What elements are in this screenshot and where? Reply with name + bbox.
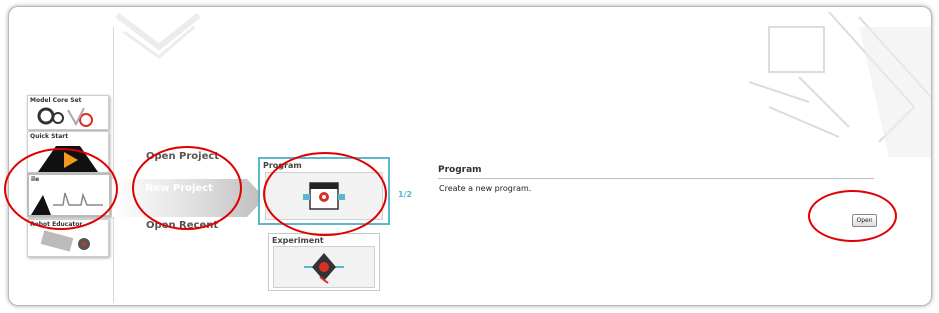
program-block-icon [303, 182, 345, 210]
sidebar-divider [113, 27, 114, 303]
open-project-link[interactable]: Open Project [146, 151, 219, 162]
new-project-link[interactable]: New Project [145, 183, 213, 194]
page-indicator: 1/2 [398, 190, 413, 199]
sidebar-item-label: Robot Educator [30, 221, 83, 228]
sidebar-item-robot-educator[interactable]: Robot Educator [27, 219, 109, 257]
program-card-preview [265, 172, 383, 220]
program-card[interactable]: Program [258, 157, 390, 225]
app-window: Model Core Set Quick Start ile Robot Edu… [8, 6, 932, 306]
sidebar-item-label: Quick Start [30, 133, 69, 140]
experiment-card[interactable]: Experiment [268, 233, 380, 291]
open-button[interactable]: Open [852, 214, 877, 227]
file-icon [31, 192, 103, 215]
sidebar-item-label: ile [31, 176, 40, 183]
sidebar-item-label: Model Core Set [30, 97, 82, 104]
sidebar-item-model-core-set[interactable]: Model Core Set [27, 95, 109, 130]
sidebar-item-file[interactable]: ile [27, 173, 111, 217]
experiment-icon [304, 253, 344, 284]
description-text: Create a new program. [439, 184, 532, 193]
description-title: Program [438, 165, 482, 175]
sidebar-item-quick-start[interactable]: Quick Start [27, 131, 109, 173]
description-divider [438, 178, 874, 179]
experiment-card-label: Experiment [272, 236, 324, 245]
program-card-label: Program [263, 161, 302, 170]
open-recent-link[interactable]: Open Recent [146, 220, 218, 231]
experiment-card-preview [273, 246, 375, 288]
